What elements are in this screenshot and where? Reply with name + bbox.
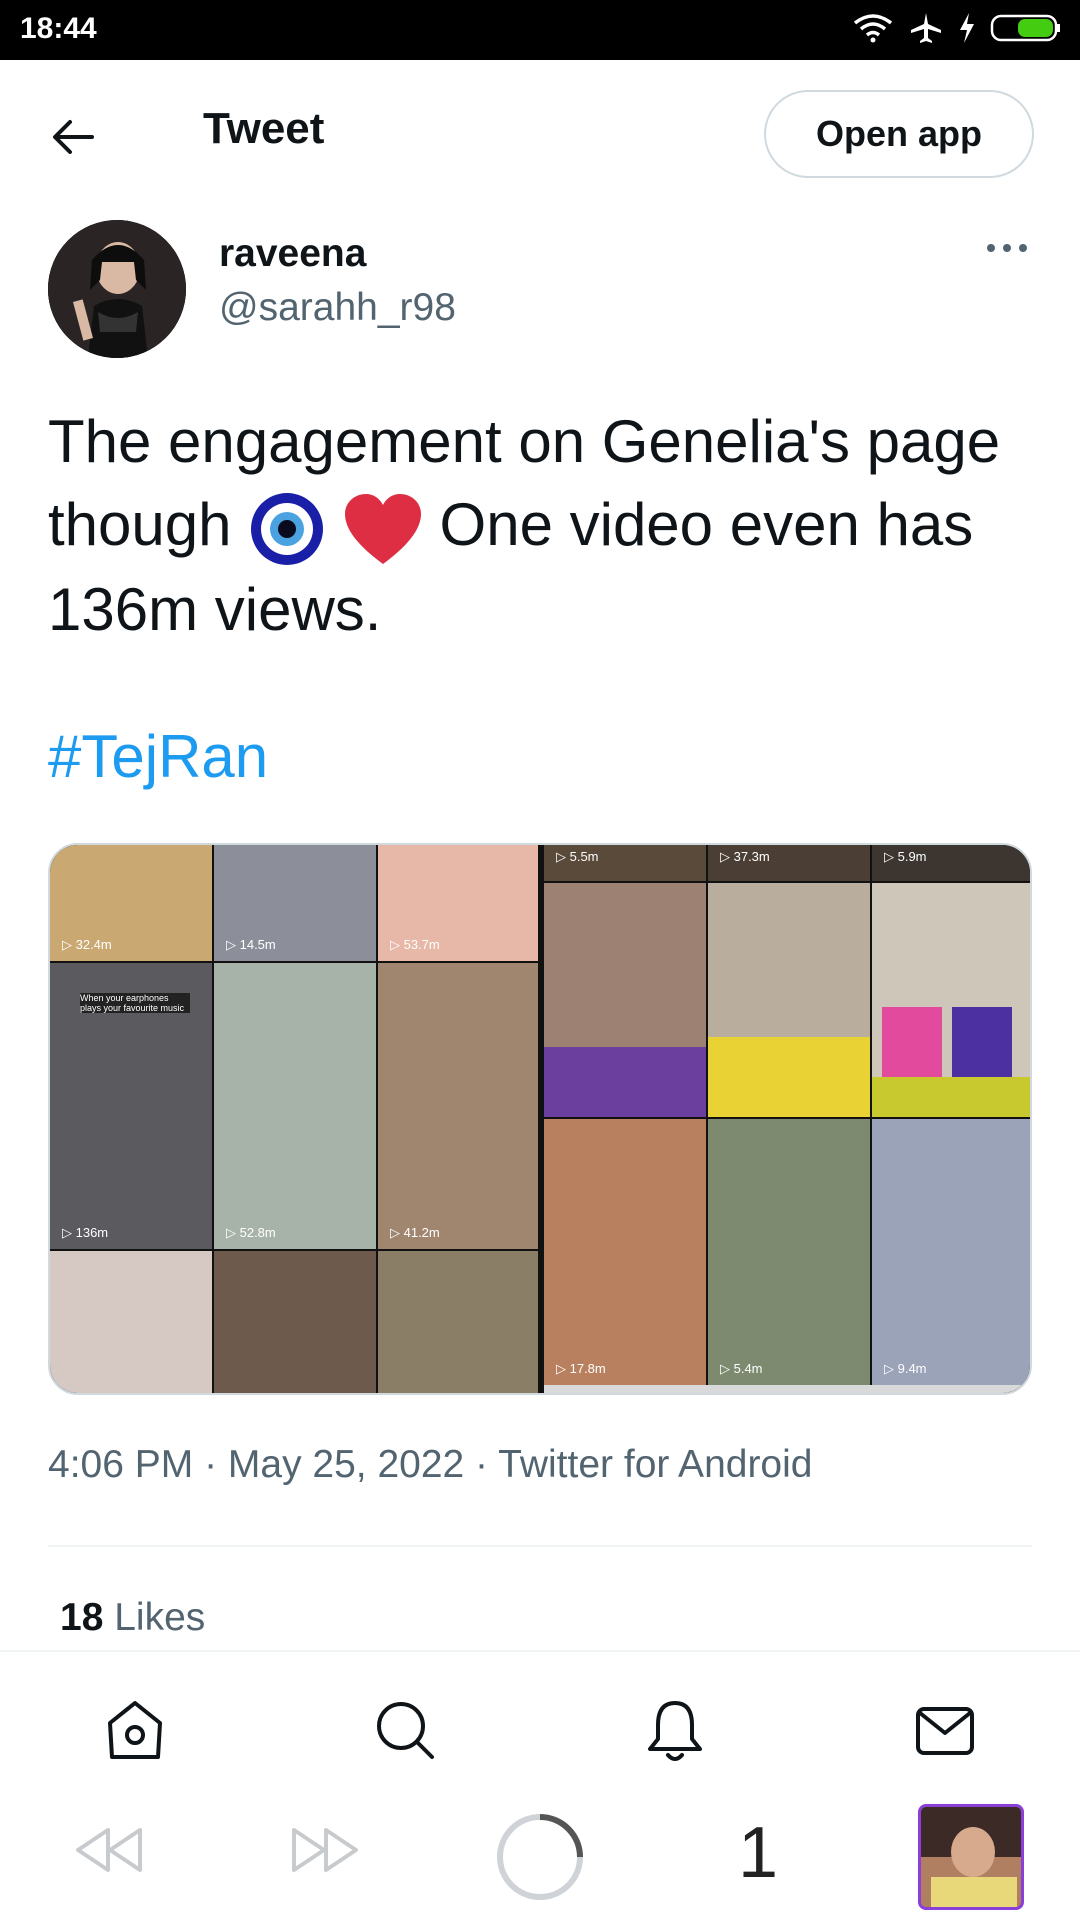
view-count-label: ▷ 41.2m xyxy=(390,1225,440,1240)
tweet-media-image[interactable]: ▷ 32.4m ▷ 14.5m ▷ 53.7m When your earpho… xyxy=(48,843,1032,1395)
grid-cell xyxy=(214,1251,376,1393)
grid-cell: ▷ 37.3m xyxy=(708,845,870,881)
grid-cell: ▷ 5.4m xyxy=(708,1119,870,1385)
grid-cell: ▷ 9.4m xyxy=(872,1119,1030,1385)
red-heart-emoji xyxy=(344,494,421,565)
view-count-label: ▷ 5.9m xyxy=(884,849,927,864)
airplane-icon xyxy=(911,13,941,43)
status-time: 18:44 xyxy=(20,12,97,45)
grid-cell: ▷ 5.5m xyxy=(544,845,706,881)
author-avatar[interactable] xyxy=(48,220,186,358)
view-count-label: ▷ 136m xyxy=(62,1225,109,1240)
grid-cell xyxy=(378,1251,538,1393)
home-icon[interactable] xyxy=(100,1695,170,1765)
nazar-amulet-emoji xyxy=(251,493,324,566)
view-count-label: ▷ 37.3m xyxy=(720,849,770,864)
status-icons xyxy=(852,10,1062,46)
messages-icon[interactable] xyxy=(910,1695,980,1765)
likes-count[interactable]: 18 Likes xyxy=(60,1596,205,1640)
view-count-label: ▷ 5.4m xyxy=(720,1361,763,1376)
grid-cell: When your earphones plays your favourite… xyxy=(50,963,212,1249)
notifications-icon[interactable] xyxy=(640,1695,710,1765)
profile-thumbnail[interactable] xyxy=(918,1804,1024,1910)
grid-cell xyxy=(544,883,706,1117)
grid-cell: ▷ 32.4m xyxy=(50,845,212,961)
charging-icon xyxy=(960,13,974,43)
bottom-nav-divider xyxy=(0,1650,1080,1652)
page-title: Tweet xyxy=(203,104,325,153)
grid-cell: ▷ 41.2m xyxy=(378,963,538,1249)
search-icon[interactable] xyxy=(370,1695,440,1765)
battery-icon xyxy=(990,14,1060,42)
divider xyxy=(48,1545,1032,1547)
view-count-label: ▷ 5.5m xyxy=(556,849,599,864)
grid-cell xyxy=(708,883,870,1117)
grid-cell xyxy=(872,883,1030,1117)
view-count-label: ▷ 9.4m xyxy=(884,1361,927,1376)
grid-cell: ▷ 14.5m xyxy=(214,845,376,961)
loading-icon xyxy=(497,1814,583,1900)
wifi-icon xyxy=(853,14,893,43)
tweet-text: The engagement on Genelia's page though … xyxy=(48,400,1038,651)
view-count-label: ▷ 17.8m xyxy=(556,1361,606,1376)
fast-forward-icon[interactable] xyxy=(286,1820,366,1880)
author-handle[interactable]: @sarahh_r98 xyxy=(219,286,456,330)
view-count-label: ▷ 14.5m xyxy=(226,937,276,952)
hashtag-link[interactable]: #TejRan xyxy=(48,722,268,791)
likes-label: Likes xyxy=(114,1596,206,1639)
author-name[interactable]: raveena xyxy=(219,232,366,276)
grid-cell: ▷ 53.7m xyxy=(378,845,538,961)
back-arrow-icon[interactable] xyxy=(48,112,98,162)
grid-cell: ▷ 52.8m xyxy=(214,963,376,1249)
grid-cell xyxy=(50,1251,212,1393)
view-count-label: ▷ 32.4m xyxy=(62,937,112,952)
rewind-icon[interactable] xyxy=(68,1820,148,1880)
tweet-timestamp: 4:06 PM · May 25, 2022 · Twitter for And… xyxy=(48,1443,813,1486)
likes-number: 18 xyxy=(60,1596,104,1639)
view-count-label: ▷ 53.7m xyxy=(390,937,440,952)
view-count-label: ▷ 52.8m xyxy=(226,1225,276,1240)
tab-count[interactable]: 1 xyxy=(738,1812,778,1894)
more-options-icon[interactable] xyxy=(985,240,1029,256)
grid-cell: ▷ 17.8m xyxy=(544,1119,706,1385)
open-app-button[interactable]: Open app xyxy=(764,90,1034,178)
top-header: Tweet Open app xyxy=(0,60,1080,210)
grid-cell: ▷ 5.9m xyxy=(872,845,1030,881)
status-bar: 18:44 xyxy=(0,0,1080,60)
video-caption: When your earphones plays your favourite… xyxy=(80,993,190,1013)
